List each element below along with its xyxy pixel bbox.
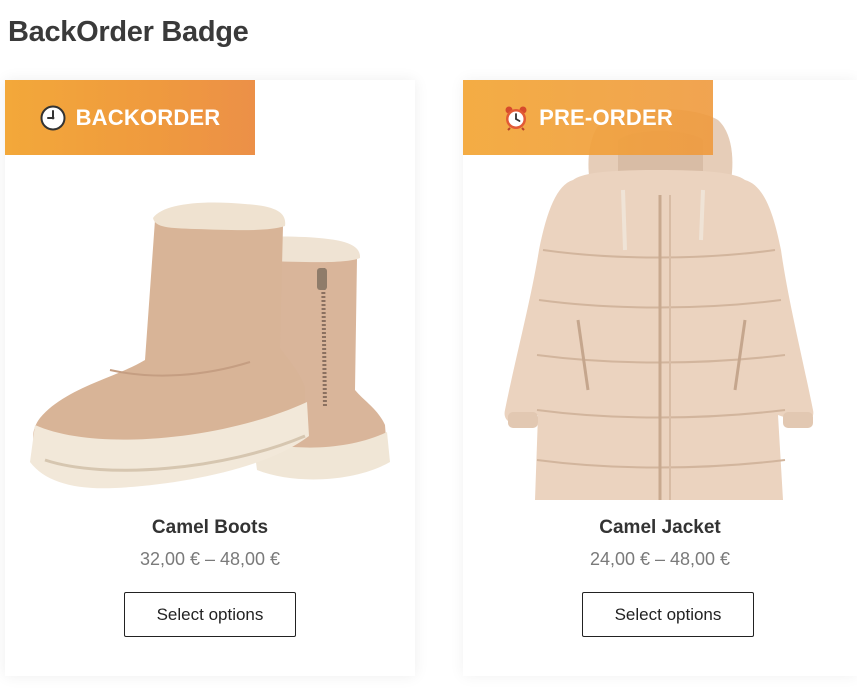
clock-icon (40, 105, 66, 130)
select-options-button[interactable]: Select options (124, 592, 296, 637)
product-price: 24,00 € – 48,00 € (589, 549, 731, 569)
camel-boots-image[interactable] (5, 140, 415, 520)
pre-order-badge: PRE-ORDER (463, 80, 713, 155)
backorder-badge: BACKORDER (5, 80, 255, 155)
product-name[interactable]: Camel Boots (5, 517, 415, 539)
alarm-clock-icon (505, 106, 527, 131)
product-price: 32,00 € – 48,00 € (139, 549, 281, 569)
select-options-button[interactable]: Select options (582, 592, 754, 637)
product-card: BACKORDER Camel Boots 32,00 € – 48,00 € … (5, 80, 415, 676)
badge-label: BACKORDER (75, 104, 221, 130)
page-title: BackOrder Badge (8, 16, 249, 48)
product-name[interactable]: Camel Jacket (463, 517, 857, 539)
product-card: PRE-ORDER Camel Jacket 24,00 € – 48,00 €… (463, 80, 857, 676)
badge-label: PRE-ORDER (539, 104, 673, 130)
